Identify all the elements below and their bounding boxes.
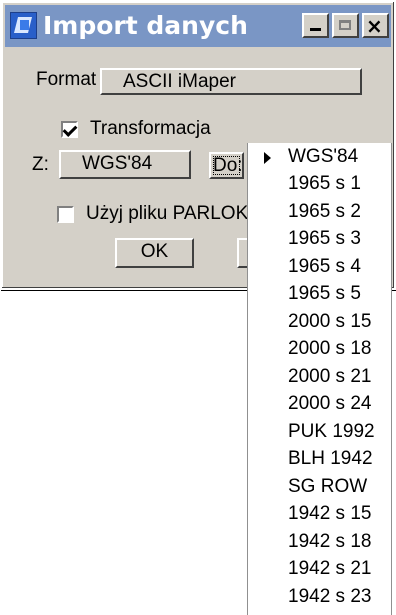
maximize-button[interactable] [332,13,359,38]
destination-dropdown-item[interactable]: 1965 s 1 [248,171,391,199]
transformation-label: Transformacja [90,118,211,139]
window-title: Import danych [43,11,248,40]
destination-dropdown-list[interactable]: WGS'84 1965 s 1 1965 s 2 1965 s 3 1965 s 4 19… [247,143,392,615]
selected-arrow-icon [264,152,271,164]
destination-dropdown-item[interactable]: 1942 s 18 [248,528,391,556]
window-controls: × [302,13,389,38]
destination-dropdown-item[interactable]: 2000 s 15 [248,308,391,336]
destination-dropdown-item[interactable]: 1965 s 5 [248,281,391,309]
destination-selector-button[interactable]: Do: [209,152,244,179]
destination-dropdown-item-label: 1942 s 21 [288,558,372,580]
destination-dropdown-item[interactable]: BLH 1942 [248,446,391,474]
destination-dropdown-item-label: 1942 s 18 [288,530,372,552]
destination-dropdown-item[interactable]: 1942 s 21 [248,556,391,584]
destination-dropdown-item-label: WGS'84 [288,145,359,167]
destination-dropdown-item[interactable]: 2000 s 18 [248,336,391,364]
screen: Import danych × Format ASCII iMaper Tran… [0,0,396,615]
import-map-icon [10,12,37,39]
minimize-button[interactable] [302,13,329,38]
transformation-checkbox[interactable] [61,120,78,138]
minimize-icon [310,28,321,31]
destination-dropdown-item-label: BLH 1942 [288,448,373,470]
destination-dropdown-item-label: 1942 s 23 [288,585,372,607]
destination-dropdown-item-label: 1965 s 3 [288,228,361,250]
close-icon: × [366,14,383,38]
destination-dropdown-item[interactable]: 1965 s 3 [248,226,391,254]
destination-dropdown-item[interactable]: SG ROW [248,473,391,501]
destination-dropdown-item-label: 1942 s 15 [288,503,372,525]
transformation-checkbox-row[interactable]: Transformacja [61,118,211,140]
destination-dropdown-item-label: 2000 s 18 [288,338,372,360]
source-coordinate-selector[interactable]: WGS'84 [59,150,191,179]
destination-dropdown-item[interactable]: 1965 s 4 [248,253,391,281]
destination-dropdown-item-label: 2000 s 24 [288,393,372,415]
destination-dropdown-item-label: 1965 s 5 [288,283,361,305]
destination-dropdown-item[interactable]: 2000 s 24 [248,391,391,419]
destination-dropdown-item-label: PUK 1992 [288,420,375,442]
destination-dropdown-item-label: 1965 s 2 [288,200,361,222]
destination-dropdown-item-label: 2000 s 15 [288,310,372,332]
source-label: Z: [32,154,49,175]
destination-dropdown-item[interactable]: WGS'84 [248,143,391,171]
format-label: Format [36,69,97,90]
close-button[interactable]: × [362,13,389,38]
title-bar[interactable]: Import danych × [5,5,391,47]
destination-dropdown-item-label: SG ROW [288,475,368,497]
ok-button[interactable]: OK [115,238,194,268]
destination-dropdown-item-label: 1965 s 4 [288,255,361,277]
destination-dropdown-item[interactable]: 1965 s 2 [248,198,391,226]
destination-dropdown-item[interactable]: PUK 1992 [248,418,391,446]
destination-dropdown-item[interactable]: 1942 s 23 [248,583,391,611]
destination-dropdown-item-label: 1965 s 1 [288,173,361,195]
parlok-checkbox-row[interactable]: Użyj pliku PARLOK [57,203,248,225]
parlok-checkbox[interactable] [57,205,74,223]
destination-dropdown-item[interactable]: 1942 s 15 [248,501,391,529]
format-selector[interactable]: ASCII iMaper [100,68,362,95]
maximize-icon [339,20,351,30]
destination-dropdown-item[interactable]: 2000 s 21 [248,363,391,391]
parlok-label: Użyj pliku PARLOK [86,203,249,224]
destination-dropdown-item-label: 2000 s 21 [288,365,372,387]
